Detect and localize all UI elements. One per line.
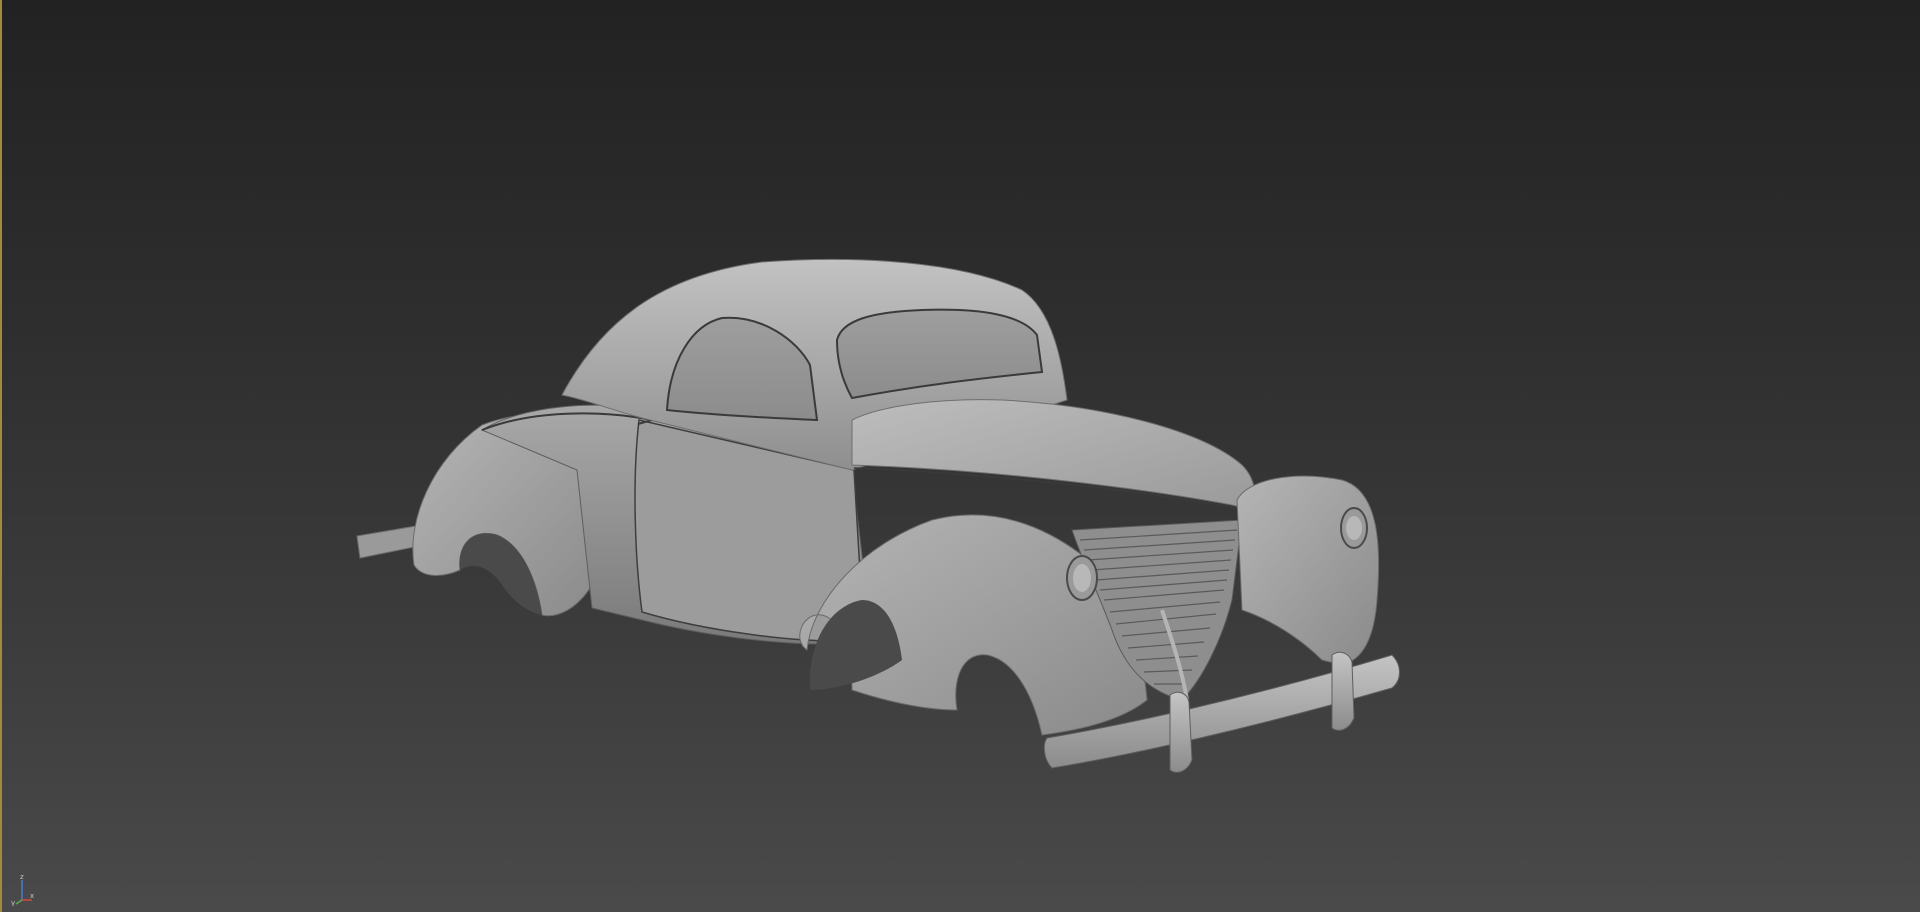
hood (851, 399, 1256, 511)
perspective-viewport[interactable]: z x y (0, 0, 1920, 912)
headlight-left (1066, 555, 1098, 601)
front-fender-right (1236, 475, 1380, 666)
z-axis-label: z (20, 873, 24, 881)
y-axis-line (15, 899, 23, 905)
headlight-right (1340, 507, 1368, 549)
car-body-model[interactable] (2, 0, 1920, 912)
axis-gizmo: z x y (11, 873, 34, 906)
x-axis-label: x (30, 892, 34, 900)
y-axis-label: y (11, 899, 15, 906)
